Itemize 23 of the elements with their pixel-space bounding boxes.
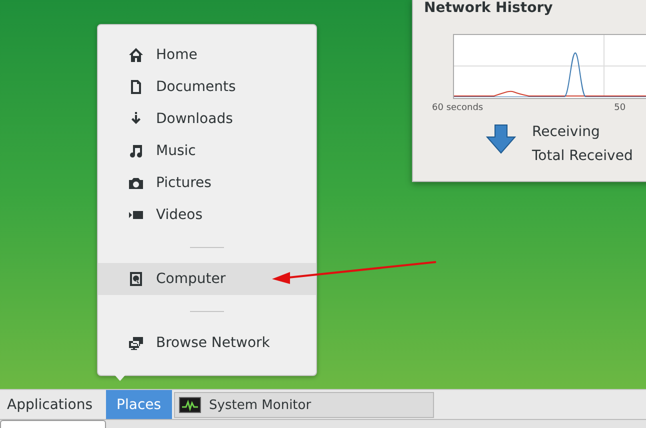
section-title: Network History (424, 0, 554, 16)
axis-label: 50 (614, 103, 626, 113)
document-icon (128, 79, 144, 95)
menu-item[interactable]: Computer (98, 263, 316, 295)
download-arrow-icon (486, 124, 516, 154)
music-icon (128, 143, 144, 159)
menu-item[interactable]: Home (98, 39, 316, 71)
legend-label: Receiving (532, 124, 601, 140)
home-icon (128, 47, 144, 63)
menu-item[interactable]: Music (98, 135, 316, 167)
window-list-button[interactable]: System Monitor (174, 392, 434, 418)
menu-item[interactable]: Documents (98, 71, 316, 103)
legend-label: Total Received (532, 148, 633, 164)
network-computers-icon (128, 335, 144, 351)
menu-item[interactable]: Pictures (98, 167, 316, 199)
computer-drive-icon (128, 271, 144, 287)
panel-menu-button[interactable]: Applications (0, 390, 104, 419)
menu-item[interactable]: Videos (98, 199, 316, 231)
monitor-graph-icon (179, 397, 202, 413)
camera-icon (128, 175, 144, 191)
menu-item[interactable]: Browse Network (98, 327, 316, 359)
axis-label: 60 seconds (432, 103, 484, 113)
menu-item[interactable]: Downloads (98, 103, 316, 135)
